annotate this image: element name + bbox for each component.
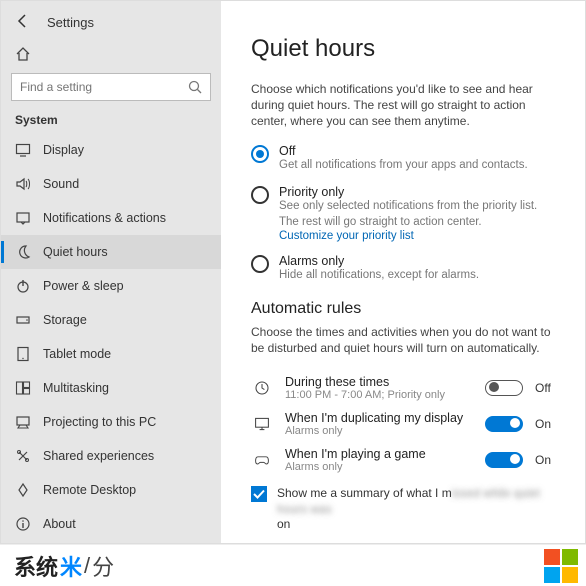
- sound-icon: [15, 176, 31, 192]
- automatic-rules-heading: Automatic rules: [251, 300, 559, 318]
- page-title: Quiet hours: [251, 35, 559, 63]
- radio-subtext: See only selected notifications from the…: [279, 199, 559, 230]
- search-input[interactable]: [11, 73, 211, 101]
- rule-row[interactable]: When I'm duplicating my displayAlarms on…: [251, 406, 559, 442]
- summary-checkbox-label: Show me a summary of what I missed while…: [277, 486, 559, 533]
- summary-checkbox-row[interactable]: Show me a summary of what I missed while…: [251, 486, 559, 533]
- nav-label: Shared experiences: [43, 449, 154, 463]
- quiet-hours-mode-group: OffGet all notifications from your apps …: [251, 144, 559, 284]
- clock-icon: [251, 380, 273, 396]
- multitasking-icon: [15, 380, 31, 396]
- rule-title: When I'm playing a game: [285, 447, 473, 461]
- watermark-footer: 系统米/分: [0, 544, 586, 586]
- radio-indicator: [251, 255, 269, 273]
- rule-subtext: 11:00 PM - 7:00 AM; Priority only: [285, 389, 473, 401]
- monitor-icon: [251, 416, 273, 432]
- rules-list: During these times11:00 PM - 7:00 AM; Pr…: [251, 370, 559, 478]
- quiet-hours-icon: [15, 244, 31, 260]
- notifications-icon: [15, 210, 31, 226]
- watermark-brand: 系统米/分: [14, 550, 114, 582]
- home-button[interactable]: [1, 42, 221, 73]
- radio-label: Priority only: [279, 185, 559, 199]
- remote-icon: [15, 482, 31, 498]
- radio-label: Alarms only: [279, 254, 479, 268]
- toggle-state-label: On: [535, 453, 559, 467]
- power-icon: [15, 278, 31, 294]
- nav-label: Sound: [43, 177, 79, 191]
- rule-toggle[interactable]: [485, 416, 523, 432]
- sidebar-item-shared-experiences[interactable]: Shared experiences: [1, 439, 221, 473]
- sidebar-item-display[interactable]: Display: [1, 133, 221, 167]
- nav-label: Notifications & actions: [43, 211, 166, 225]
- sidebar-item-about[interactable]: About: [1, 507, 221, 541]
- settings-window: Settings System Display Sound Notification…: [0, 0, 586, 544]
- about-icon: [15, 516, 31, 532]
- nav-label: Multitasking: [43, 381, 109, 395]
- radio-priority-only[interactable]: Priority onlySee only selected notificat…: [251, 185, 559, 242]
- checkmark-icon: [251, 486, 267, 502]
- search-container: [1, 73, 221, 109]
- windows-logo-icon: [544, 549, 578, 583]
- radio-off[interactable]: OffGet all notifications from your apps …: [251, 144, 559, 174]
- game-icon: [251, 452, 273, 468]
- back-arrow-icon: [15, 13, 31, 29]
- sidebar-item-storage[interactable]: Storage: [1, 303, 221, 337]
- radio-alarms-only[interactable]: Alarms onlyHide all notifications, excep…: [251, 254, 559, 284]
- content-pane: Quiet hours Choose which notifications y…: [221, 1, 585, 543]
- tablet-icon: [15, 346, 31, 362]
- nav-label: Power & sleep: [43, 279, 124, 293]
- nav-label: Display: [43, 143, 84, 157]
- sidebar-item-quiet-hours[interactable]: Quiet hours: [1, 235, 221, 269]
- nav-label: Quiet hours: [43, 245, 108, 259]
- sidebar-item-notifications-actions[interactable]: Notifications & actions: [1, 201, 221, 235]
- toggle-state-label: Off: [535, 381, 559, 395]
- nav-label: Tablet mode: [43, 347, 111, 361]
- nav-list: Display Sound Notifications & actions Quiet…: [1, 133, 221, 543]
- sidebar-item-projecting-to-this-pc[interactable]: Projecting to this PC: [1, 405, 221, 439]
- titlebar: Settings: [1, 9, 221, 42]
- rule-toggle[interactable]: [485, 380, 523, 396]
- toggle-state-label: On: [535, 417, 559, 431]
- sidebar-item-power-sleep[interactable]: Power & sleep: [1, 269, 221, 303]
- page-intro: Choose which notifications you'd like to…: [251, 81, 559, 130]
- summary-checkbox[interactable]: [251, 486, 267, 502]
- sidebar-item-sound[interactable]: Sound: [1, 167, 221, 201]
- storage-icon: [15, 312, 31, 328]
- shared-icon: [15, 448, 31, 464]
- rule-subtext: Alarms only: [285, 461, 473, 473]
- sidebar-item-tablet-mode[interactable]: Tablet mode: [1, 337, 221, 371]
- sidebar-item-multitasking[interactable]: Multitasking: [1, 371, 221, 405]
- customize-priority-link[interactable]: Customize your priority list: [279, 230, 559, 242]
- rule-toggle[interactable]: [485, 452, 523, 468]
- radio-subtext: Hide all notifications, except for alarm…: [279, 268, 479, 284]
- sidebar-item-remote-desktop[interactable]: Remote Desktop: [1, 473, 221, 507]
- automatic-rules-desc: Choose the times and activities when you…: [251, 324, 559, 356]
- nav-label: About: [43, 517, 76, 531]
- rule-row[interactable]: When I'm playing a gameAlarms only On: [251, 442, 559, 478]
- rule-subtext: Alarms only: [285, 425, 473, 437]
- rule-title: When I'm duplicating my display: [285, 411, 473, 425]
- display-icon: [15, 142, 31, 158]
- section-heading: System: [1, 109, 221, 133]
- projecting-icon: [15, 414, 31, 430]
- home-icon: [15, 46, 31, 62]
- nav-label: Storage: [43, 313, 87, 327]
- radio-indicator: [251, 145, 269, 163]
- search-icon: [187, 79, 203, 98]
- radio-subtext: Get all notifications from your apps and…: [279, 158, 528, 174]
- radio-indicator: [251, 186, 269, 204]
- rule-title: During these times: [285, 375, 473, 389]
- app-title: Settings: [47, 15, 207, 30]
- back-button[interactable]: [15, 13, 31, 32]
- rule-row[interactable]: During these times11:00 PM - 7:00 AM; Pr…: [251, 370, 559, 406]
- nav-label: Projecting to this PC: [43, 415, 156, 429]
- radio-label: Off: [279, 144, 528, 158]
- nav-label: Remote Desktop: [43, 483, 136, 497]
- sidebar: Settings System Display Sound Notification…: [1, 1, 221, 543]
